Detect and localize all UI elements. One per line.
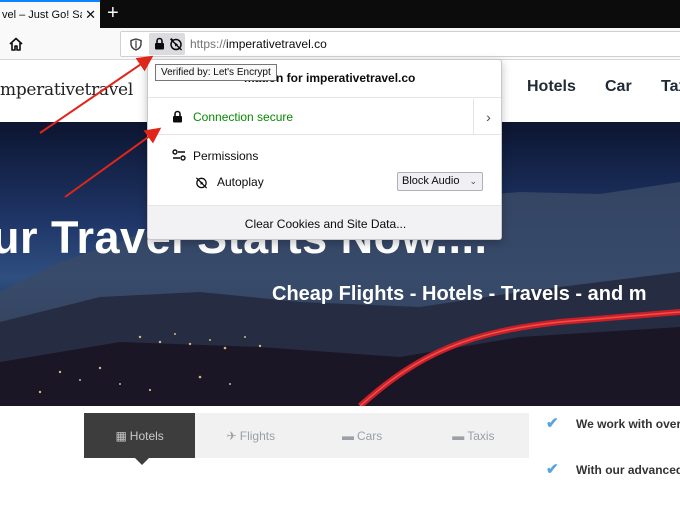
chevron-right-icon[interactable]: › bbox=[473, 99, 501, 135]
nav-taxi[interactable]: Tax bbox=[661, 78, 680, 96]
search-tab-label: Taxis bbox=[467, 428, 495, 443]
close-tab-icon[interactable]: ✕ bbox=[85, 8, 96, 22]
active-tab-pointer bbox=[135, 458, 149, 465]
search-tab-flights[interactable]: ✈ Flights bbox=[195, 413, 306, 458]
search-tab-label: Flights bbox=[239, 428, 276, 443]
clear-cookies-button[interactable]: Clear Cookies and Site Data... bbox=[148, 205, 501, 239]
nav-car[interactable]: Car bbox=[605, 78, 632, 96]
plane-icon: ✈ bbox=[226, 428, 237, 443]
clear-cookies-label: Clear Cookies and Site Data... bbox=[244, 216, 407, 231]
url-text[interactable]: https://imperativetravel.co bbox=[190, 37, 327, 51]
url-scheme: https:// bbox=[190, 37, 227, 51]
identity-tooltip: Verified by: Let's Encrypt bbox=[155, 64, 277, 81]
search-tab-hotels[interactable]: ▦ Hotels bbox=[84, 413, 196, 465]
chevron-down-icon: ⌄ bbox=[469, 176, 477, 186]
car-icon: ▬ bbox=[341, 428, 354, 443]
search-tab-label: Hotels bbox=[129, 428, 164, 443]
permissions-heading: Permissions bbox=[193, 149, 259, 163]
search-tabs: ▦ Hotels ✈ Flights ▬ Cars ▬ Taxis bbox=[84, 413, 529, 465]
autoplay-select-value: Block Audio bbox=[402, 175, 460, 187]
home-icon[interactable] bbox=[7, 35, 25, 53]
connection-status: Connection secure bbox=[193, 110, 294, 124]
new-tab-button[interactable]: + bbox=[107, 3, 119, 23]
nav-hotels[interactable]: Hotels bbox=[527, 78, 576, 96]
lock-icon bbox=[173, 110, 182, 123]
feature-item: ✔ With our advanced bbox=[546, 460, 680, 506]
autoplay-select[interactable]: Block Audio ⌄ bbox=[397, 172, 483, 191]
site-identity-button[interactable] bbox=[149, 33, 185, 55]
site-identity-panel: mation for imperativetravel.co Connectio… bbox=[147, 59, 502, 240]
feature-list: ✔ We work with over h ✔ With our advance… bbox=[546, 414, 680, 506]
hero-subtitle: Cheap Flights - Hotels - Travels - and m bbox=[272, 283, 647, 305]
tab-title: vel – Just Go! Safe bbox=[2, 9, 82, 21]
tab-strip: vel – Just Go! Safe ✕ + bbox=[0, 0, 680, 28]
check-icon: ✔ bbox=[546, 415, 559, 432]
autoplay-label: Autoplay bbox=[217, 175, 264, 189]
search-tab-label: Cars bbox=[356, 428, 383, 443]
check-icon: ✔ bbox=[546, 461, 559, 478]
navigation-toolbar: https://imperativetravel.co bbox=[0, 28, 680, 60]
url-host: imperativetravel.co bbox=[226, 37, 327, 51]
feature-item: ✔ We work with over h bbox=[546, 414, 680, 460]
tracking-shield-icon[interactable] bbox=[130, 38, 142, 51]
lock-icon bbox=[155, 37, 164, 50]
autoplay-blocked-icon bbox=[195, 177, 208, 189]
connection-security-row[interactable]: Connection secure › bbox=[148, 99, 501, 135]
browser-tab[interactable]: vel – Just Go! Safe ✕ bbox=[0, 0, 100, 28]
url-bar[interactable]: https://imperativetravel.co bbox=[120, 31, 680, 57]
feature-text: We work with over h bbox=[576, 417, 680, 431]
feature-text: With our advanced bbox=[576, 463, 680, 477]
site-logo[interactable]: mperativetravel bbox=[0, 80, 133, 100]
search-tab-cars[interactable]: ▬ Cars bbox=[307, 413, 418, 458]
permissions-icon bbox=[172, 149, 186, 161]
search-tab-taxis[interactable]: ▬ Taxis bbox=[418, 413, 529, 458]
hotel-icon: ▦ bbox=[115, 428, 127, 443]
autoplay-blocked-icon bbox=[170, 38, 182, 51]
taxi-icon: ▬ bbox=[452, 428, 465, 443]
